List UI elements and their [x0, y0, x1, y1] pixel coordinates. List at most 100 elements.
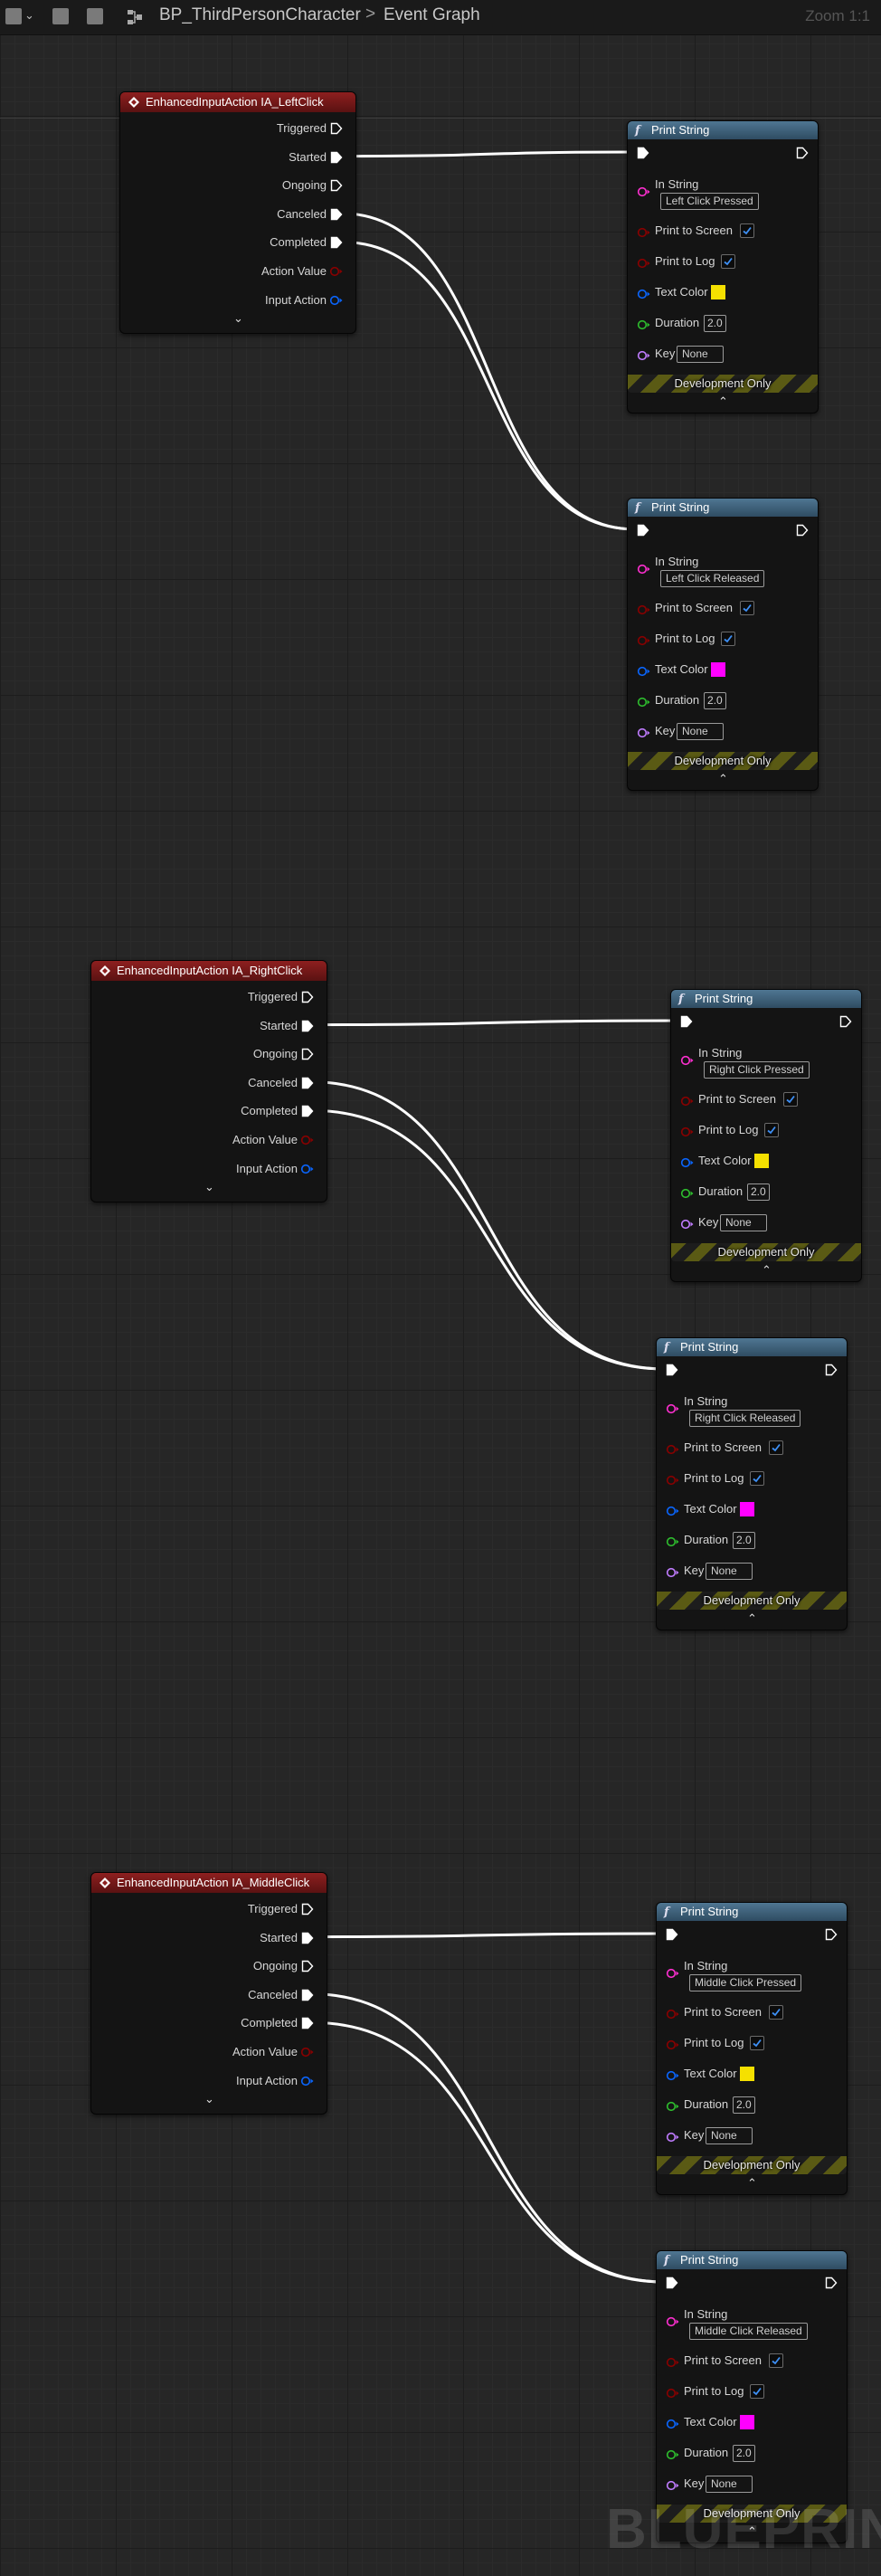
enhanced-input-action-node[interactable]: EnhancedInputAction IA_MiddleClick Trigge… — [90, 1872, 327, 2115]
ongoing-pin[interactable] — [330, 179, 343, 192]
enhanced-input-action-node[interactable]: EnhancedInputAction IA_RightClick Trigger… — [90, 960, 327, 1202]
duration-pin[interactable] — [666, 1536, 680, 1547]
text-color-pin[interactable] — [637, 289, 651, 299]
print-to-log-checkbox[interactable] — [721, 254, 735, 269]
duration-field[interactable]: 2.0 — [733, 2096, 755, 2114]
duration-field[interactable]: 2.0 — [733, 1532, 755, 1549]
text-color-pin[interactable] — [666, 2419, 680, 2429]
print-to-log-pin[interactable] — [637, 258, 651, 269]
in-string-pin[interactable] — [666, 1968, 680, 1979]
duration-pin[interactable] — [666, 2101, 680, 2112]
in-string-pin[interactable] — [637, 564, 651, 575]
print-to-screen-checkbox[interactable] — [769, 2005, 783, 2020]
ongoing-pin[interactable] — [301, 1960, 314, 1972]
text-color-swatch[interactable] — [740, 2415, 754, 2429]
exec-in-pin[interactable] — [666, 1364, 678, 1376]
print-to-screen-checkbox[interactable] — [769, 2353, 783, 2368]
print-to-log-pin[interactable] — [637, 635, 651, 646]
started-pin[interactable] — [301, 1932, 314, 1944]
print-to-screen-checkbox[interactable] — [783, 1092, 798, 1107]
exec-out-pin[interactable] — [796, 524, 809, 537]
exec-out-pin[interactable] — [839, 1015, 852, 1028]
exec-in-pin[interactable] — [637, 524, 649, 537]
collapse-chevron-icon[interactable]: ⌃ — [747, 2176, 757, 2191]
text-color-swatch[interactable] — [740, 1502, 754, 1516]
ongoing-pin[interactable] — [301, 1048, 314, 1060]
canceled-pin[interactable] — [301, 1077, 314, 1089]
key-field[interactable]: None — [720, 1214, 767, 1231]
print-to-log-checkbox[interactable] — [721, 632, 735, 646]
exec-in-pin[interactable] — [666, 1928, 678, 1941]
print-to-log-checkbox[interactable] — [750, 1471, 764, 1486]
triggered-pin[interactable] — [301, 991, 314, 1003]
collapse-chevron-icon[interactable]: ⌃ — [747, 1611, 757, 1626]
text-color-pin[interactable] — [666, 2070, 680, 2081]
canceled-pin[interactable] — [330, 208, 343, 221]
in-string-field[interactable]: Middle Click Released — [689, 2323, 808, 2340]
exec-in-pin[interactable] — [666, 2277, 678, 2289]
duration-pin[interactable] — [666, 2449, 680, 2460]
in-string-pin[interactable] — [637, 186, 651, 197]
duration-field[interactable]: 2.0 — [733, 2445, 755, 2462]
print-to-log-pin[interactable] — [666, 2388, 680, 2399]
duration-pin[interactable] — [637, 319, 651, 330]
key-pin[interactable] — [666, 1567, 680, 1578]
print-string-node[interactable]: f Print String In String Middle Click Press… — [656, 1902, 848, 2195]
print-to-screen-pin[interactable] — [666, 2009, 680, 2020]
text-color-pin[interactable] — [666, 1506, 680, 1516]
collapse-chevron-icon[interactable]: ⌃ — [762, 1263, 772, 1278]
text-color-pin[interactable] — [637, 666, 651, 677]
print-to-log-pin[interactable] — [666, 1475, 680, 1486]
key-field[interactable]: None — [706, 1563, 753, 1580]
in-string-pin[interactable] — [666, 1403, 680, 1414]
print-to-screen-pin[interactable] — [666, 1444, 680, 1455]
triggered-pin[interactable] — [330, 122, 343, 135]
input-action-pin[interactable] — [329, 295, 344, 306]
text-color-swatch[interactable] — [740, 2067, 754, 2081]
print-to-log-pin[interactable] — [680, 1126, 695, 1137]
collapse-chevron-icon[interactable]: ⌃ — [718, 772, 728, 786]
print-string-node[interactable]: f Print String In String Right Click Releas… — [656, 1337, 848, 1630]
duration-field[interactable]: 2.0 — [747, 1183, 770, 1201]
exec-out-pin[interactable] — [796, 147, 809, 159]
key-field[interactable]: None — [677, 346, 724, 363]
key-field[interactable]: None — [677, 723, 724, 740]
key-field[interactable]: None — [706, 2127, 753, 2144]
print-to-screen-pin[interactable] — [637, 227, 651, 238]
in-string-pin[interactable] — [666, 2316, 680, 2327]
print-to-screen-pin[interactable] — [637, 604, 651, 615]
print-to-screen-pin[interactable] — [680, 1096, 695, 1107]
print-string-node[interactable]: f Print String In String Left Click Release… — [627, 498, 819, 791]
key-pin[interactable] — [666, 2132, 680, 2143]
print-to-log-checkbox[interactable] — [764, 1123, 779, 1137]
print-string-node[interactable]: f Print String In String Left Click Pressed… — [627, 120, 819, 413]
exec-out-pin[interactable] — [825, 1928, 838, 1941]
expand-chevron-icon[interactable]: ⌄ — [233, 311, 243, 326]
duration-field[interactable]: 2.0 — [704, 315, 726, 332]
collapse-chevron-icon[interactable]: ⌃ — [718, 394, 728, 409]
completed-pin[interactable] — [301, 1105, 314, 1117]
key-field[interactable]: None — [706, 2476, 753, 2493]
started-pin[interactable] — [301, 1020, 314, 1032]
key-pin[interactable] — [637, 350, 651, 361]
text-color-pin[interactable] — [680, 1157, 695, 1168]
print-to-log-checkbox[interactable] — [750, 2384, 764, 2399]
in-string-field[interactable]: Middle Click Pressed — [689, 1974, 802, 1991]
text-color-swatch[interactable] — [754, 1154, 769, 1168]
text-color-swatch[interactable] — [711, 662, 725, 677]
print-to-screen-checkbox[interactable] — [740, 223, 754, 238]
triggered-pin[interactable] — [301, 1903, 314, 1915]
in-string-field[interactable]: Left Click Pressed — [660, 193, 759, 210]
exec-in-pin[interactable] — [680, 1015, 693, 1028]
action-value-pin[interactable] — [329, 266, 344, 277]
completed-pin[interactable] — [301, 2017, 314, 2029]
print-to-log-checkbox[interactable] — [750, 2036, 764, 2050]
in-string-field[interactable]: Right Click Pressed — [704, 1061, 810, 1079]
duration-field[interactable]: 2.0 — [704, 692, 726, 709]
exec-out-pin[interactable] — [825, 2277, 838, 2289]
action-value-pin[interactable] — [300, 1135, 315, 1145]
completed-pin[interactable] — [330, 236, 343, 249]
action-value-pin[interactable] — [300, 2047, 315, 2058]
exec-out-pin[interactable] — [825, 1364, 838, 1376]
in-string-field[interactable]: Left Click Released — [660, 570, 765, 587]
